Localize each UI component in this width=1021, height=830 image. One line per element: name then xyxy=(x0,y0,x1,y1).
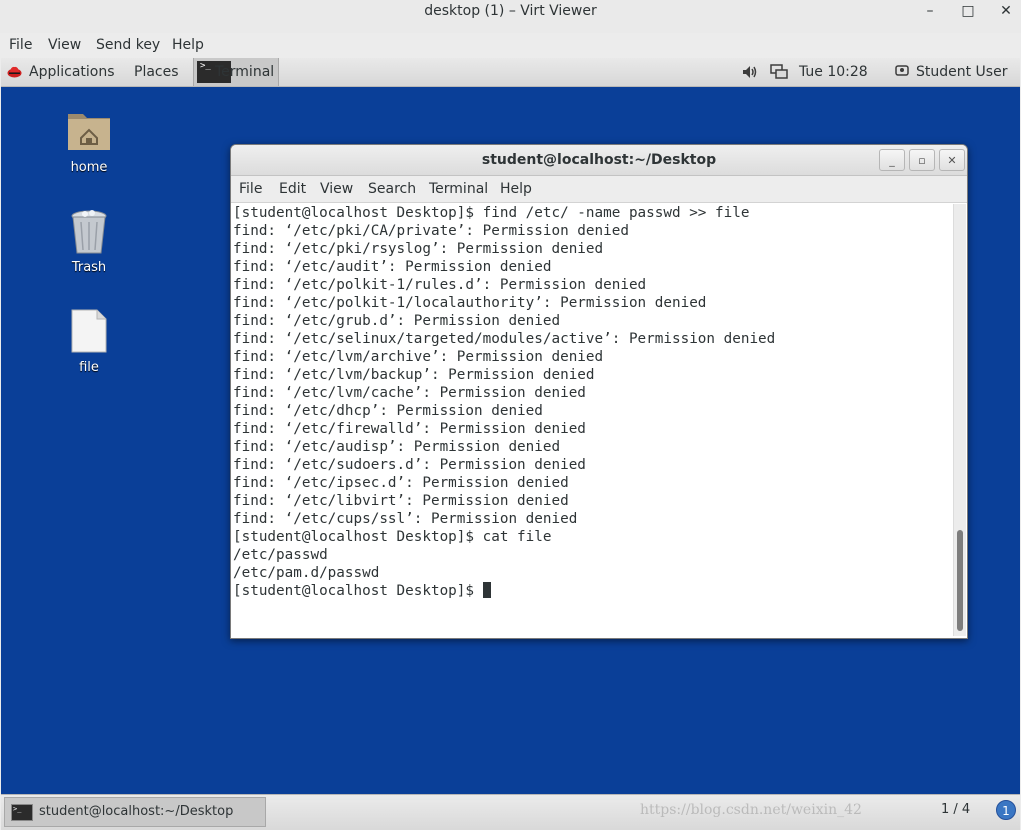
menu-file[interactable]: File xyxy=(9,33,32,57)
trash-icon-label: Trash xyxy=(71,260,107,275)
user-menu-icon xyxy=(895,65,909,76)
terminal-title: student@localhost:~/Desktop xyxy=(481,152,717,168)
trash-desktop-icon[interactable]: Trash xyxy=(49,208,129,278)
file-icon-label: file xyxy=(79,360,99,375)
terminal-line: /etc/pam.d/passwd xyxy=(233,565,380,581)
menu-help[interactable]: Help xyxy=(172,33,204,57)
watermark: https://blog.csdn.net/weixin_42 xyxy=(640,802,862,818)
terminal-line: find: ‘/etc/polkit-1/rules.d’: Permissio… xyxy=(233,277,647,293)
terminal-task-label: Terminal xyxy=(215,64,275,80)
terminal-menu-terminal[interactable]: Terminal xyxy=(429,176,488,202)
text-cursor xyxy=(482,582,491,598)
terminal-line: find: ‘/etc/dhcp’: Permission denied xyxy=(233,403,543,419)
terminal-menubar: File Edit View Search Terminal Help xyxy=(231,176,967,203)
guest-screen[interactable]: Applications Places >_ Terminal Tue 10:2… xyxy=(1,58,1020,830)
terminal-line: find: ‘/etc/audisp’: Permission denied xyxy=(233,439,561,455)
terminal-line: find: ‘/etc/libvirt’: Permission denied xyxy=(233,493,569,509)
document-icon xyxy=(71,309,107,353)
user-menu[interactable]: Student User xyxy=(916,58,1007,86)
places-menu[interactable]: Places xyxy=(134,58,179,86)
terminal-prompt: [student@localhost Desktop]$ xyxy=(233,583,483,599)
menu-send-key[interactable]: Send key xyxy=(96,33,160,57)
close-button[interactable]: ✕ xyxy=(993,0,1019,22)
window-list-label: student@localhost:~/Desktop xyxy=(39,804,234,819)
trash-icon xyxy=(71,210,107,254)
bottom-panel: >_ student@localhost:~/Desktop https://b… xyxy=(1,794,1020,830)
terminal-title-bar[interactable]: student@localhost:~/Desktop _ ▫ ✕ xyxy=(231,145,967,176)
terminal-line: find: ‘/etc/lvm/backup’: Permission deni… xyxy=(233,367,595,383)
terminal-line: find: ‘/etc/lvm/archive’: Permission den… xyxy=(233,349,604,365)
terminal-output[interactable]: [student@localhost Desktop]$ find /etc/ … xyxy=(233,204,949,634)
home-folder-icon[interactable]: home xyxy=(49,108,129,178)
workspace-pager[interactable]: 1 / 4 xyxy=(941,795,970,825)
notification-icon[interactable]: 1 xyxy=(996,800,1016,820)
window-list-item-terminal[interactable]: >_ student@localhost:~/Desktop xyxy=(4,797,266,827)
terminal-line: /etc/passwd xyxy=(233,547,328,563)
network-icon[interactable] xyxy=(770,64,788,80)
terminal-maximize-button[interactable]: ▫ xyxy=(909,149,935,171)
terminal-scrollbar[interactable] xyxy=(953,204,966,636)
maximize-button[interactable]: □ xyxy=(955,0,981,22)
terminal-taskbar-button[interactable]: >_ Terminal xyxy=(193,58,279,86)
home-icon-label: home xyxy=(70,160,108,175)
terminal-line: find: ‘/etc/firewalld’: Permission denie… xyxy=(233,421,586,437)
viewer-title: desktop (1) – Virt Viewer xyxy=(424,3,597,19)
terminal-menu-search[interactable]: Search xyxy=(368,176,416,202)
terminal-menu-view[interactable]: View xyxy=(320,176,353,202)
terminal-line: [student@localhost Desktop]$ find /etc/ … xyxy=(233,205,750,221)
terminal-prompt-line[interactable]: [student@localhost Desktop]$ xyxy=(233,582,949,600)
terminal-line: [student@localhost Desktop]$ cat file xyxy=(233,529,552,545)
menu-view[interactable]: View xyxy=(48,33,81,57)
redhat-logo-icon xyxy=(7,66,22,78)
terminal-line: find: ‘/etc/lvm/cache’: Permission denie… xyxy=(233,385,586,401)
terminal-menu-edit[interactable]: Edit xyxy=(279,176,306,202)
terminal-menu-file[interactable]: File xyxy=(239,176,262,202)
minimize-button[interactable]: – xyxy=(917,0,943,22)
terminal-line: find: ‘/etc/grub.d’: Permission denied xyxy=(233,313,561,329)
viewer-menubar: File View Send key Help xyxy=(0,33,1021,57)
terminal-close-button[interactable]: ✕ xyxy=(939,149,965,171)
terminal-line: find: ‘/etc/pki/rsyslog’: Permission den… xyxy=(233,241,604,257)
top-panel: Applications Places >_ Terminal Tue 10:2… xyxy=(1,58,1020,87)
terminal-menu-help[interactable]: Help xyxy=(500,176,532,202)
terminal-icon: >_ xyxy=(11,804,33,821)
terminal-line: find: ‘/etc/pki/CA/private’: Permission … xyxy=(233,223,629,239)
folder-icon xyxy=(68,114,110,150)
terminal-minimize-button[interactable]: _ xyxy=(879,149,905,171)
terminal-line: find: ‘/etc/sudoers.d’: Permission denie… xyxy=(233,457,586,473)
terminal-line: find: ‘/etc/polkit-1/localauthority’: Pe… xyxy=(233,295,707,311)
file-desktop-icon[interactable]: file xyxy=(49,308,129,378)
terminal-line: find: ‘/etc/ipsec.d’: Permission denied xyxy=(233,475,569,491)
scrollbar-thumb[interactable] xyxy=(957,530,963,631)
terminal-line: find: ‘/etc/audit’: Permission denied xyxy=(233,259,552,275)
applications-menu[interactable]: Applications xyxy=(29,58,115,86)
terminal-window[interactable]: student@localhost:~/Desktop _ ▫ ✕ File E… xyxy=(230,144,968,639)
clock[interactable]: Tue 10:28 xyxy=(799,58,868,86)
terminal-line: find: ‘/etc/selinux/targeted/modules/act… xyxy=(233,331,776,347)
volume-icon[interactable] xyxy=(742,65,758,79)
viewer-title-bar: desktop (1) – Virt Viewer – □ ✕ xyxy=(0,0,1021,33)
terminal-line: find: ‘/etc/cups/ssl’: Permission denied xyxy=(233,511,578,527)
